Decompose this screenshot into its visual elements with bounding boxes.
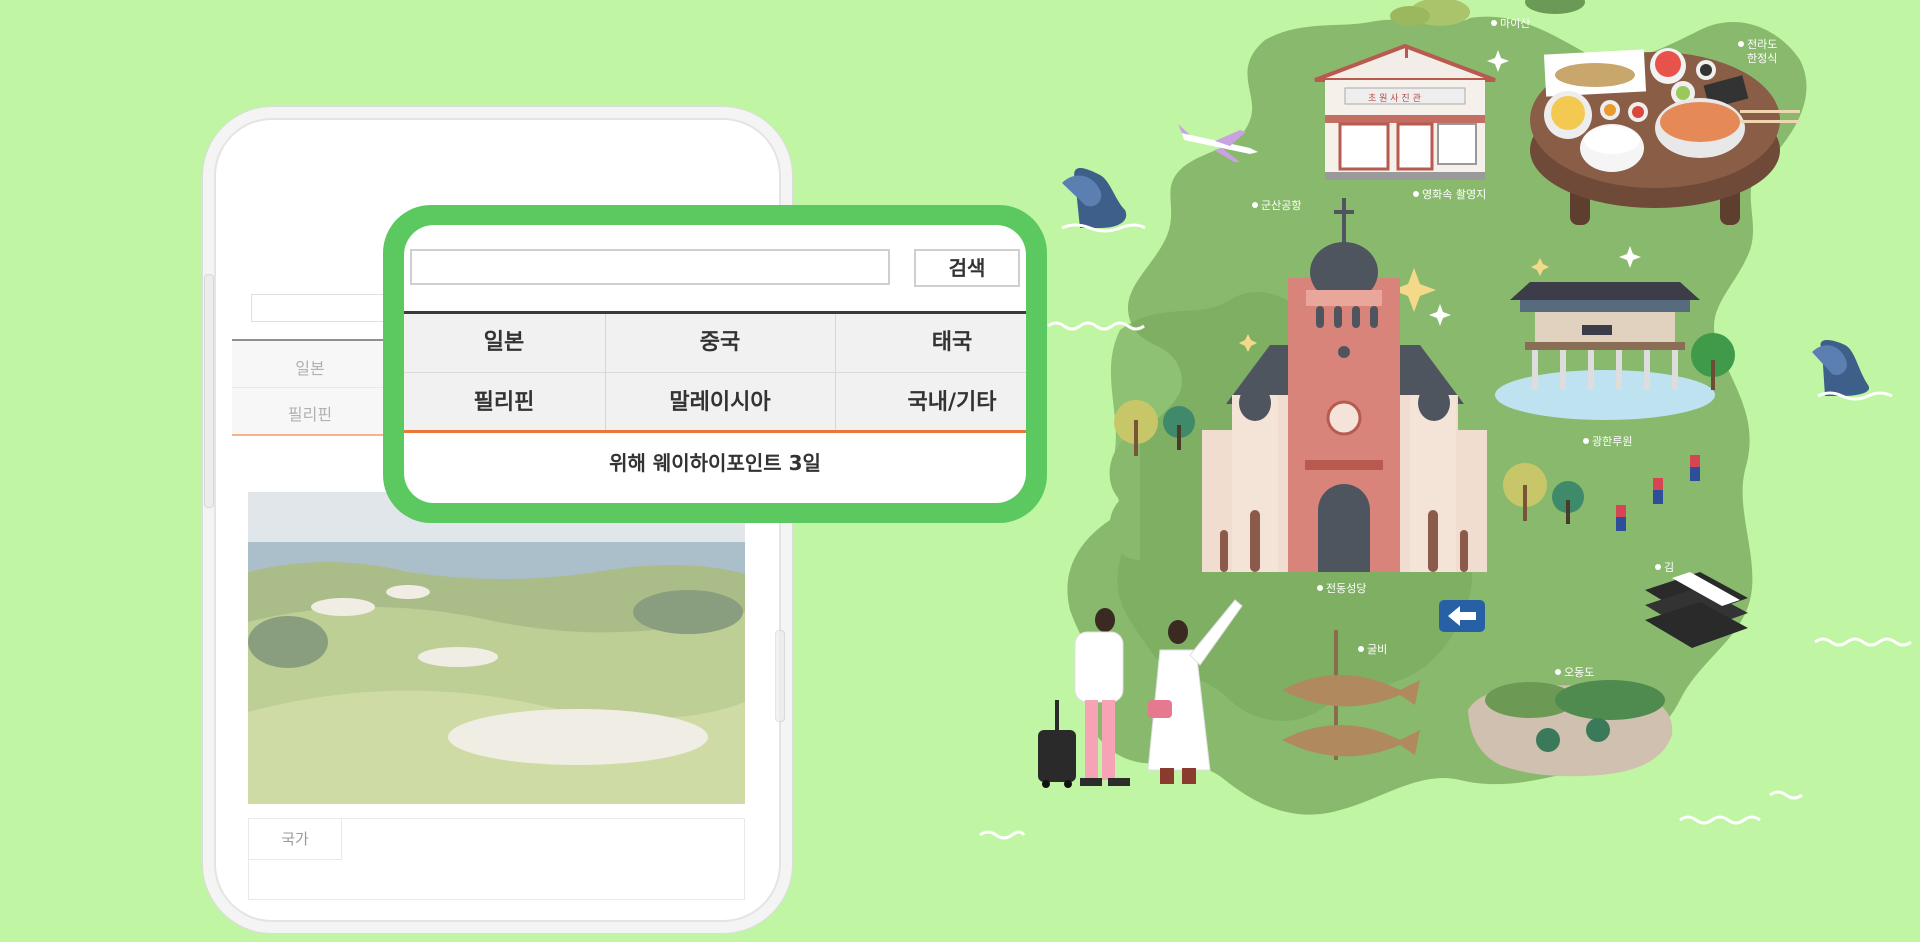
zoomed-search-panel-inner: 검색 일본 중국 태국 필리핀 말레이시아 국내/기타 위해 웨이하이포인트 3… (404, 225, 1026, 503)
label-odongdo: 오동도 (1564, 666, 1594, 679)
category-philippines[interactable]: 필리핀 (256, 401, 364, 425)
category-philippines[interactable]: 필리핀 (404, 374, 604, 432)
golf-course-photo (248, 492, 745, 804)
direction-sign-icon (1439, 600, 1485, 632)
label-jeondong-cathedral: 전동성당 (1326, 582, 1366, 595)
phone-side-button (204, 274, 214, 508)
odongdo-island (1468, 680, 1673, 777)
info-table: 국가 (248, 818, 745, 900)
search-input-zoomed[interactable] (410, 249, 890, 285)
studio-sign: 초 원 사 진 관 (1368, 93, 1421, 104)
search-input[interactable] (251, 294, 403, 322)
label-gunsan-airport: 군산공항 (1261, 199, 1301, 212)
luggage-icon (1038, 700, 1076, 788)
search-button[interactable]: 검색 (914, 249, 1020, 287)
label-film-location: 영화속 촬영지 (1422, 188, 1486, 201)
label-gwanghallu: 광한루원 (1592, 435, 1632, 448)
label-gulbi: 굴비 (1367, 643, 1387, 656)
category-thailand[interactable]: 태국 (836, 314, 1026, 372)
category-japan[interactable]: 일본 (404, 314, 604, 372)
category-nav-zoomed: 일본 중국 태국 필리핀 말레이시아 국내/기타 (404, 311, 1026, 433)
label-gim: 김 (1664, 561, 1674, 574)
label-maisan: 마이산 (1500, 17, 1530, 30)
category-malaysia[interactable]: 말레이시아 (606, 374, 834, 432)
category-row-divider (404, 372, 1026, 373)
category-japan[interactable]: 일본 (256, 355, 364, 379)
info-label-country: 국가 (249, 819, 342, 860)
phone-side-button-right (775, 630, 785, 722)
label-jeolla: 전라도 (1747, 38, 1777, 51)
category-domestic-other[interactable]: 국내/기타 (836, 374, 1026, 432)
category-col-divider (605, 314, 606, 430)
label-hanjeongsik: 한정식 (1747, 52, 1777, 65)
category-china[interactable]: 중국 (606, 314, 834, 372)
tour-title[interactable]: 위해 웨이하이포인트 3일 (404, 447, 1026, 476)
zoomed-search-panel: 검색 일본 중국 태국 필리핀 말레이시아 국내/기타 위해 웨이하이포인트 3… (383, 205, 1047, 523)
category-col-divider (835, 314, 836, 430)
